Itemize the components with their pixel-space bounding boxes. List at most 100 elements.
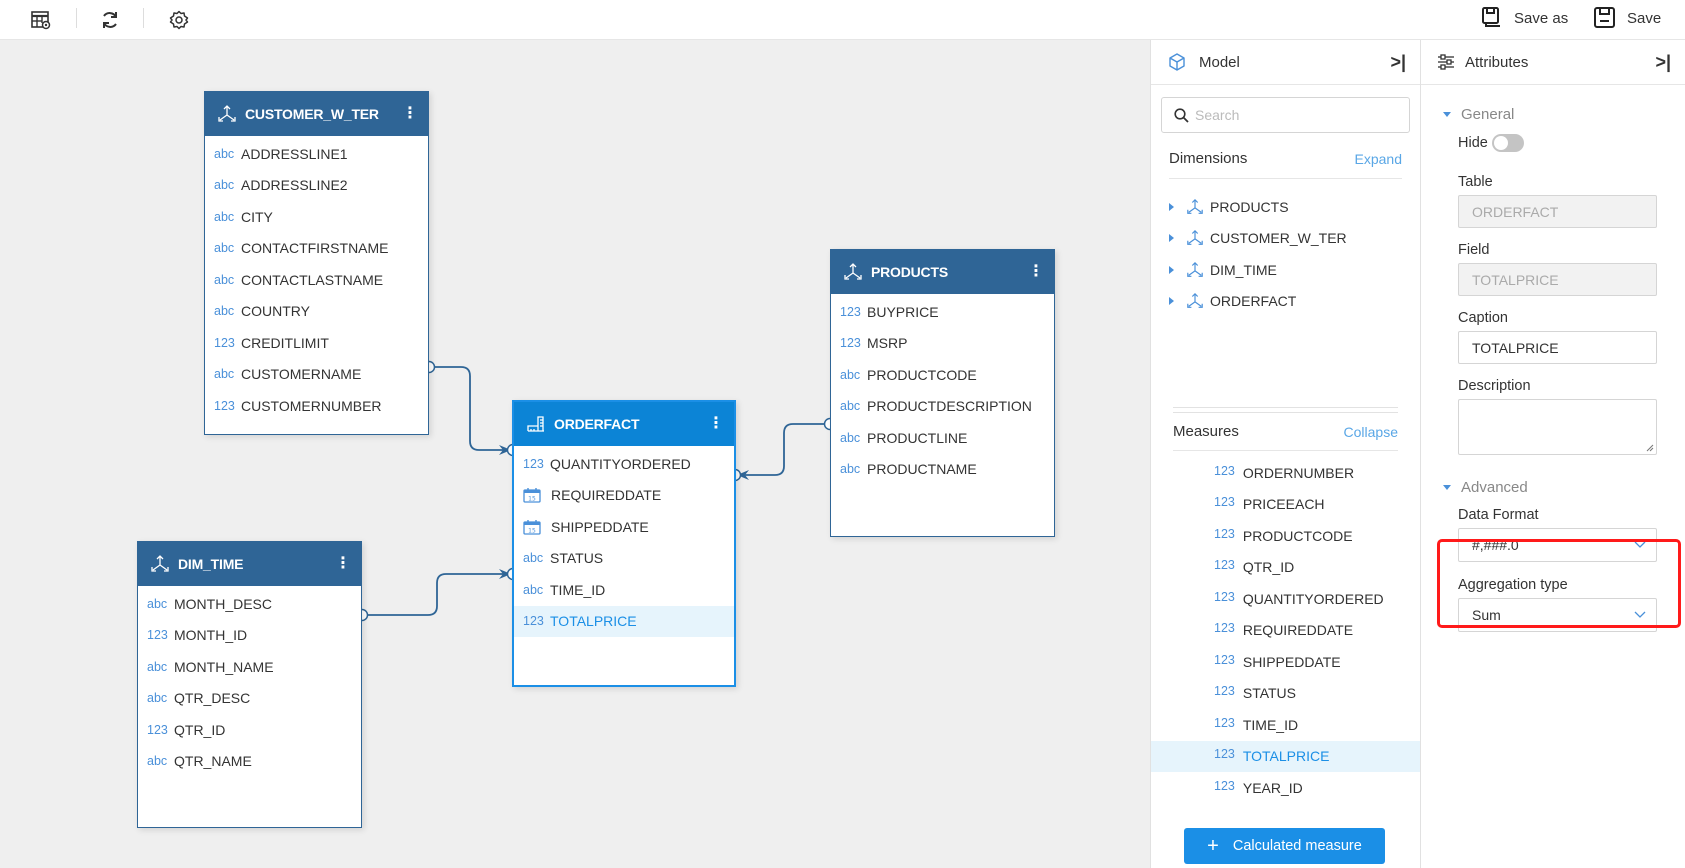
svg-text:15: 15 [528, 527, 536, 534]
measure-item[interactable]: 123 PRODUCTCODE [1151, 520, 1420, 552]
more-options-icon[interactable]: ⋮ [708, 416, 724, 432]
field-row[interactable]: abc COUNTRY [205, 296, 428, 328]
description-textarea[interactable] [1458, 399, 1657, 455]
field-row[interactable]: abc TIME_ID [514, 574, 734, 606]
collapse-panel-icon[interactable]: >| [1655, 52, 1671, 73]
field-row[interactable]: 15 SHIPPEDDATE [514, 511, 734, 543]
table-card-header[interactable]: PRODUCTS ⋮ [831, 250, 1054, 294]
model-panel-title: Model [1199, 53, 1240, 71]
more-options-icon[interactable]: ⋮ [1028, 264, 1044, 280]
caption-input[interactable]: TOTALPRICE [1458, 331, 1657, 364]
field-row[interactable]: abc MONTH_NAME [138, 651, 361, 683]
field-row[interactable]: abc QTR_NAME [138, 746, 361, 778]
table-card-orderfact[interactable]: ORDERFACT ⋮ 123 QUANTITYORDERED 15 REQUIRE… [512, 400, 736, 687]
field-name: QUANTITYORDERED [550, 455, 691, 472]
save-button[interactable]: Save [1593, 4, 1661, 32]
number-type-icon: 123 [840, 304, 861, 319]
measure-item[interactable]: 123 YEAR_ID [1151, 772, 1420, 804]
measure-item[interactable]: 123 REQUIREDDATE [1151, 615, 1420, 647]
dimension-item[interactable]: PRODUCTS [1151, 191, 1420, 223]
table-card-customer-w-ter[interactable]: CUSTOMER_W_TER ⋮ abc ADDRESSLINE1 abc ADDR… [204, 91, 429, 435]
text-type-icon: abc [214, 178, 235, 193]
expand-caret-icon[interactable] [1169, 234, 1174, 243]
field-row[interactable]: 123 CUSTOMERNUMBER [205, 390, 428, 422]
field-row[interactable]: abc PRODUCTDESCRIPTION [831, 391, 1054, 423]
dimension-item[interactable]: DIM_TIME [1151, 254, 1420, 286]
dimension-item[interactable]: CUSTOMER_W_TER [1151, 223, 1420, 255]
field-name: BUYPRICE [867, 303, 939, 320]
dimension-name: PRODUCTS [1210, 198, 1289, 215]
measure-item[interactable]: 123 SHIPPEDDATE [1151, 646, 1420, 678]
link-products-orderfact [737, 423, 830, 480]
field-row[interactable]: 123 MSRP [831, 328, 1054, 360]
number-type-icon: 123 [1214, 747, 1235, 762]
model-canvas[interactable]: CUSTOMER_W_TER ⋮ abc ADDRESSLINE1 abc ADDR… [0, 40, 1150, 868]
field-row[interactable]: abc CONTACTFIRSTNAME [205, 233, 428, 265]
gear-icon[interactable] [165, 6, 193, 34]
field-row[interactable]: 123 MONTH_ID [138, 620, 361, 652]
field-row[interactable]: abc PRODUCTCODE [831, 359, 1054, 391]
field-row[interactable]: abc CONTACTLASTNAME [205, 264, 428, 296]
data-format-select[interactable]: #,###.0 [1458, 528, 1657, 562]
field-row[interactable]: abc CITY [205, 201, 428, 233]
field-row[interactable]: abc PRODUCTLINE [831, 422, 1054, 454]
advanced-section-toggle[interactable]: Advanced [1443, 475, 1685, 499]
search-box[interactable] [1161, 97, 1410, 133]
field-row[interactable]: abc PRODUCTNAME [831, 454, 1054, 486]
measure-item[interactable]: 123 PRICEEACH [1151, 489, 1420, 521]
measure-name: TOTALPRICE [1242, 748, 1330, 765]
field-row[interactable]: 123 QUANTITYORDERED [514, 448, 734, 480]
number-type-icon: 123 [214, 335, 235, 350]
expand-link[interactable]: Expand [1355, 151, 1402, 167]
dimension-icon [150, 554, 170, 574]
resize-grip-icon[interactable] [1645, 443, 1654, 452]
field-row[interactable]: 15 REQUIREDDATE [514, 480, 734, 512]
search-input[interactable] [1195, 107, 1395, 123]
dimension-name: DIM_TIME [1210, 261, 1277, 278]
collapse-link[interactable]: Collapse [1344, 424, 1398, 440]
dimension-icon [1186, 260, 1206, 280]
table-card-header[interactable]: ORDERFACT ⋮ [514, 402, 734, 446]
table-title: PRODUCTS [871, 264, 948, 280]
expand-caret-icon[interactable] [1169, 297, 1174, 306]
more-options-icon[interactable]: ⋮ [402, 106, 418, 122]
collapse-panel-icon[interactable]: >| [1390, 52, 1406, 73]
expand-caret-icon[interactable] [1169, 265, 1174, 274]
measure-item[interactable]: 123 QUANTITYORDERED [1151, 583, 1420, 615]
field-row[interactable]: abc STATUS [514, 543, 734, 575]
measure-item[interactable]: 123 TIME_ID [1151, 709, 1420, 741]
save-as-button[interactable]: Save as [1480, 4, 1568, 32]
add-calculated-measure-button[interactable]: + Calculated measure [1184, 828, 1385, 864]
measure-item[interactable]: 123 QTR_ID [1151, 552, 1420, 584]
chevron-down-icon [1634, 541, 1646, 548]
field-name: CUSTOMERNAME [241, 366, 362, 383]
field-row[interactable]: abc QTR_DESC [138, 683, 361, 715]
field-row[interactable]: abc ADDRESSLINE2 [205, 170, 428, 202]
measure-name: SHIPPEDDATE [1242, 653, 1341, 670]
measure-item[interactable]: 123 STATUS [1151, 678, 1420, 710]
field-row-selected[interactable]: 123 TOTALPRICE [514, 605, 734, 637]
aggregation-select[interactable]: Sum [1458, 598, 1657, 632]
table-card-products[interactable]: PRODUCTS ⋮ 123 BUYPRICE 123 MSRP abc PRODUC… [830, 249, 1055, 537]
field-row[interactable]: abc ADDRESSLINE1 [205, 138, 428, 170]
more-options-icon[interactable]: ⋮ [335, 556, 351, 572]
measure-item-selected[interactable]: 123 TOTALPRICE [1151, 740, 1420, 772]
refresh-icon[interactable] [96, 6, 124, 34]
dimension-item[interactable]: ORDERFACT [1151, 286, 1420, 318]
table-card-dim-time[interactable]: DIM_TIME ⋮ abc MONTH_DESC 123 MONTH_ID abc… [137, 541, 362, 828]
field-row[interactable]: abc MONTH_DESC [138, 588, 361, 620]
field-row[interactable]: 123 BUYPRICE [831, 296, 1054, 328]
field-row[interactable]: 123 QTR_ID [138, 714, 361, 746]
general-section-toggle[interactable]: General [1443, 102, 1685, 126]
table-settings-icon[interactable] [27, 6, 55, 34]
field-row[interactable]: abc CUSTOMERNAME [205, 359, 428, 391]
field-row[interactable]: 123 CREDITLIMIT [205, 327, 428, 359]
field-list: 123 BUYPRICE 123 MSRP abc PRODUCTCODE abc PR… [831, 294, 1054, 489]
measure-item[interactable]: 123 ORDERNUMBER [1151, 457, 1420, 489]
text-type-icon: abc [214, 209, 235, 224]
hide-toggle[interactable] [1491, 134, 1524, 152]
table-card-header[interactable]: CUSTOMER_W_TER ⋮ [205, 92, 428, 136]
expand-caret-icon[interactable] [1169, 202, 1174, 211]
field-name: REQUIREDDATE [551, 487, 662, 504]
table-card-header[interactable]: DIM_TIME ⋮ [138, 542, 361, 586]
